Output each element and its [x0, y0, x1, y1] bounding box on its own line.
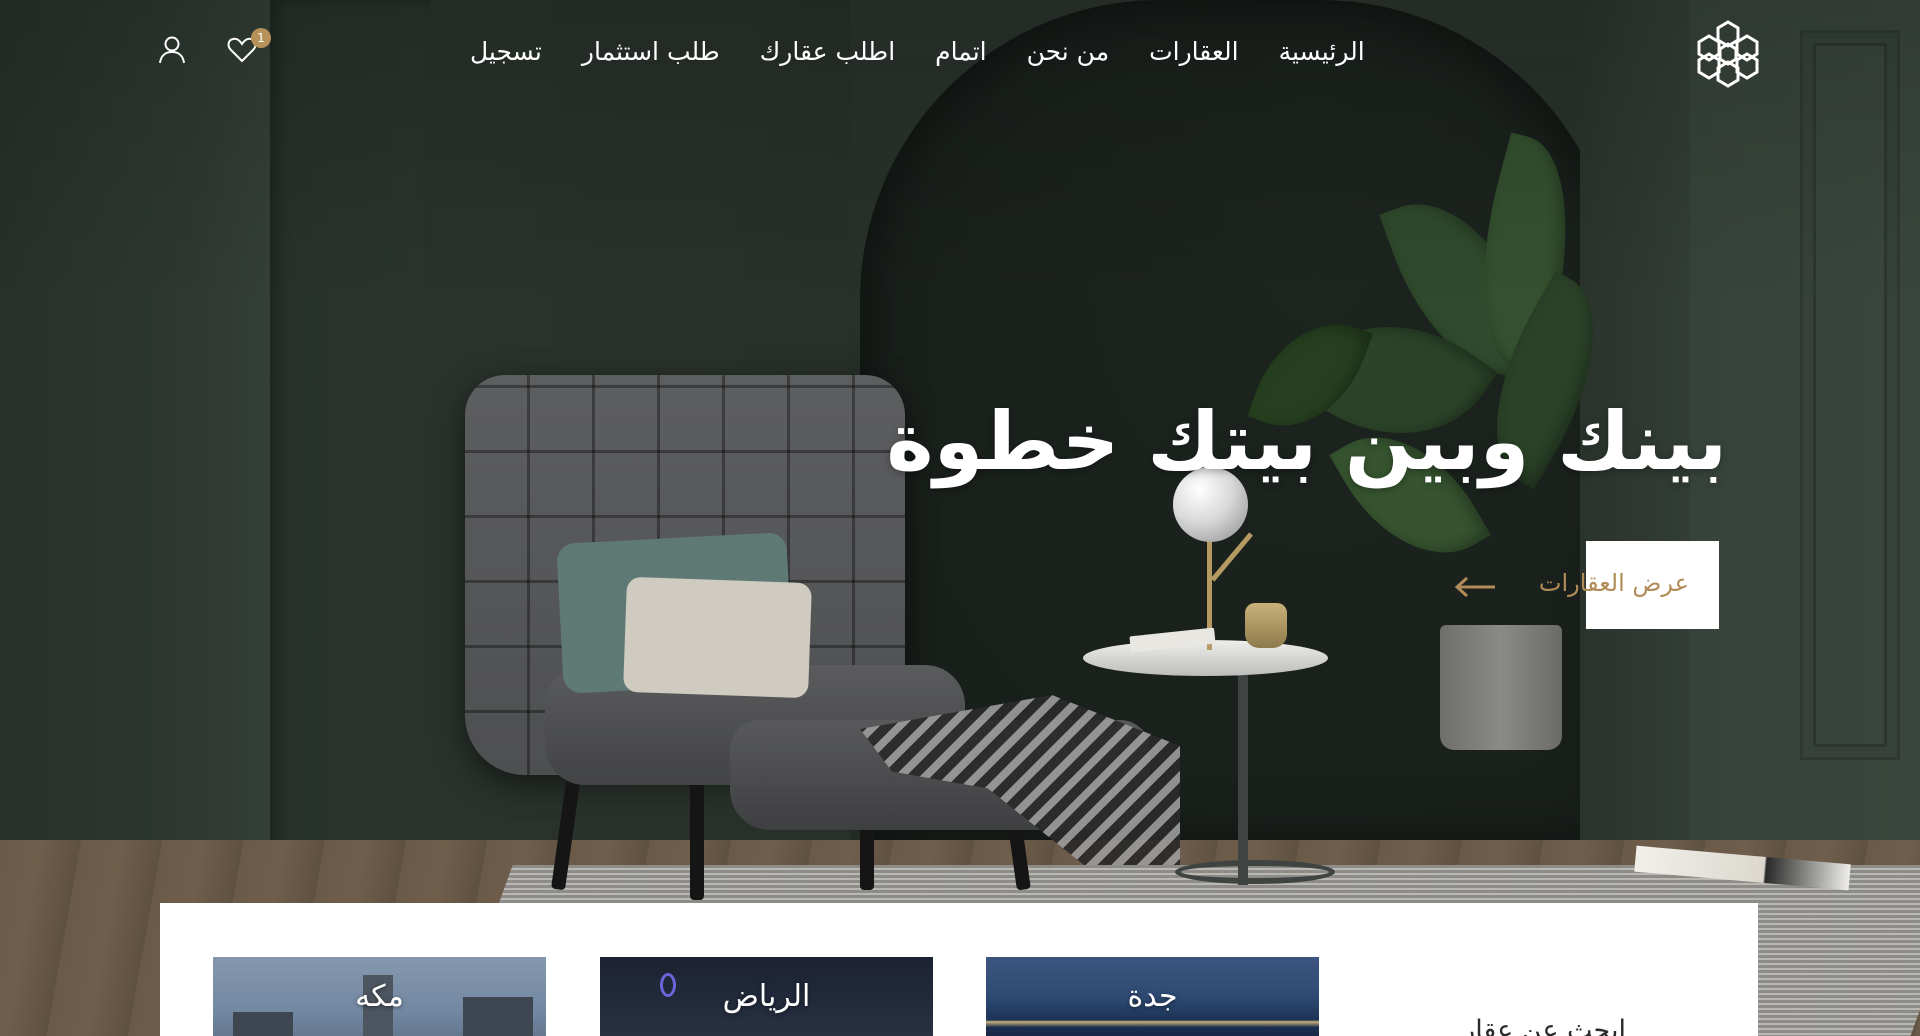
- city-name-makkah: مكه: [355, 979, 404, 1014]
- nav-item-home[interactable]: الرئيسية: [1279, 37, 1365, 66]
- city-tile-jeddah[interactable]: جدة: [986, 957, 1319, 1036]
- main-nav: الرئيسية العقارات من نحن اتمام اطلب عقار…: [470, 28, 1365, 74]
- nav-item-request-property[interactable]: اطلب عقارك: [760, 37, 895, 66]
- hero-title: بينك وبين بيتك خطوة: [886, 395, 1728, 488]
- hero-tint: [0, 0, 1920, 1036]
- nav-item-itmam[interactable]: اتمام: [935, 37, 986, 66]
- city-search-card: ابحث عن عقار جدة الرياض مكه: [160, 903, 1758, 1036]
- user-icon[interactable]: [155, 32, 189, 66]
- hero-background: [0, 0, 1920, 1036]
- arrow-left-icon: [1454, 576, 1495, 598]
- landing-page: الرئيسية العقارات من نحن اتمام اطلب عقار…: [0, 0, 1920, 1036]
- header-icons: 1: [155, 28, 271, 66]
- view-properties-button[interactable]: عرض العقارات: [1419, 541, 1719, 629]
- nav-item-about[interactable]: من نحن: [1027, 37, 1110, 66]
- nav-item-register[interactable]: تسجيل: [470, 37, 542, 66]
- search-section-title: ابحث عن عقار: [1462, 1015, 1626, 1036]
- view-properties-label: عرض العقارات: [1538, 569, 1689, 597]
- city-tile-makkah[interactable]: مكه: [213, 957, 546, 1036]
- favorites-count-badge: 1: [251, 28, 271, 48]
- building-shape: [233, 1012, 293, 1036]
- heart-icon[interactable]: 1: [225, 28, 271, 66]
- city-tile-riyadh[interactable]: الرياض: [600, 957, 933, 1036]
- city-name-jeddah: جدة: [1127, 979, 1178, 1014]
- logo-icon[interactable]: [1695, 18, 1761, 90]
- site-header: الرئيسية العقارات من نحن اتمام اطلب عقار…: [0, 0, 1920, 105]
- nav-item-properties[interactable]: العقارات: [1149, 37, 1238, 66]
- nav-item-investment-request[interactable]: طلب استثمار: [582, 37, 720, 66]
- city-name-riyadh: الرياض: [722, 979, 811, 1014]
